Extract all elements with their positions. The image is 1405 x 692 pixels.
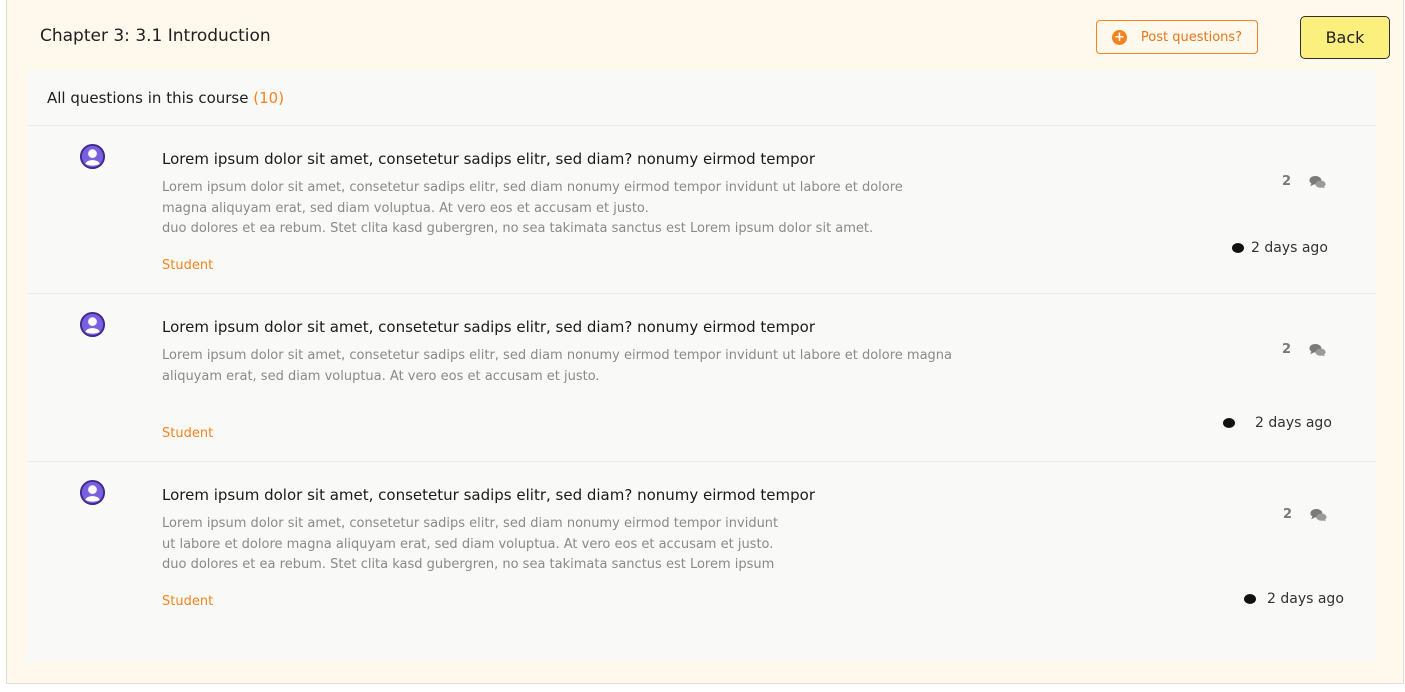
- user-avatar-icon[interactable]: [79, 311, 106, 338]
- question-body-line: aliquyam erat, sed diam voluptua. At ver…: [162, 368, 600, 384]
- question-body-line: duo dolores et ea rebum. Stet clita kasd…: [162, 221, 874, 236]
- reply-count-value: 2: [1283, 507, 1293, 522]
- questions-count: (10): [253, 89, 285, 107]
- question-title[interactable]: Lorem ipsum dolor sit amet, consetetur s…: [162, 486, 815, 504]
- question-time-label: 2 days ago: [1255, 415, 1332, 431]
- author-role: Student: [162, 426, 214, 441]
- post-questions-button[interactable]: + Post questions?: [1096, 20, 1258, 54]
- question-body: Lorem ipsum dolor sit amet, consetetur s…: [162, 178, 903, 240]
- questions-panel: All questions in this course (10) Lorem …: [27, 70, 1376, 662]
- question-title[interactable]: Lorem ipsum dolor sit amet, consetetur s…: [162, 150, 815, 168]
- question-body-line: Lorem ipsum dolor sit amet, consetetur s…: [162, 348, 952, 363]
- plus-circle-icon: +: [1111, 29, 1127, 45]
- question-time-label: 2 days ago: [1267, 591, 1344, 607]
- reply-count-value: 2: [1282, 174, 1292, 189]
- status-dot-icon: [1232, 243, 1244, 253]
- question-body: Lorem ipsum dolor sit amet, consetetur s…: [162, 346, 952, 387]
- status-dot-icon: [1244, 594, 1256, 604]
- question-title[interactable]: Lorem ipsum dolor sit amet, consetetur s…: [162, 318, 815, 336]
- reply-count: 2: [1282, 342, 1326, 357]
- author-role: Student: [162, 258, 214, 273]
- question-item[interactable]: Lorem ipsum dolor sit amet, consetetur s…: [27, 125, 1376, 294]
- question-body: Lorem ipsum dolor sit amet, consetetur s…: [162, 514, 778, 576]
- question-timestamp: 2 days ago: [1244, 591, 1344, 607]
- questions-heading-label: All questions in this course: [47, 89, 254, 107]
- back-button[interactable]: Back: [1300, 16, 1390, 59]
- question-timestamp: 2 days ago: [1232, 240, 1328, 256]
- user-avatar-icon[interactable]: [79, 143, 106, 170]
- question-body-line: Lorem ipsum dolor sit amet, consetetur s…: [162, 516, 779, 531]
- status-dot-icon: [1223, 418, 1235, 428]
- chat-bubbles-icon[interactable]: [1310, 508, 1327, 522]
- page-title: Chapter 3: 3.1 Introduction: [40, 26, 271, 46]
- chat-bubbles-icon[interactable]: [1309, 175, 1326, 189]
- question-body-line: magna aliquyam erat, sed diam voluptua. …: [162, 200, 649, 216]
- reply-count: 2: [1283, 507, 1327, 522]
- reply-count: 2: [1282, 174, 1326, 189]
- question-body-line: ut labore et dolore magna aliquyam erat,…: [162, 536, 774, 552]
- post-questions-label: Post questions?: [1140, 29, 1243, 45]
- question-item[interactable]: Lorem ipsum dolor sit amet, consetetur s…: [27, 293, 1376, 462]
- chat-bubbles-icon[interactable]: [1309, 343, 1326, 357]
- question-item[interactable]: Lorem ipsum dolor sit amet, consetetur s…: [27, 461, 1376, 609]
- question-time-label: 2 days ago: [1251, 240, 1328, 256]
- question-body-line: duo dolores et ea rebum. Stet clita kasd…: [162, 557, 775, 572]
- user-avatar-icon[interactable]: [79, 479, 106, 506]
- question-body-line: Lorem ipsum dolor sit amet, consetetur s…: [162, 180, 903, 195]
- reply-count-value: 2: [1282, 342, 1292, 357]
- question-timestamp: 2 days ago: [1223, 415, 1332, 431]
- author-role: Student: [162, 594, 214, 609]
- questions-heading: All questions in this course (10): [47, 89, 284, 107]
